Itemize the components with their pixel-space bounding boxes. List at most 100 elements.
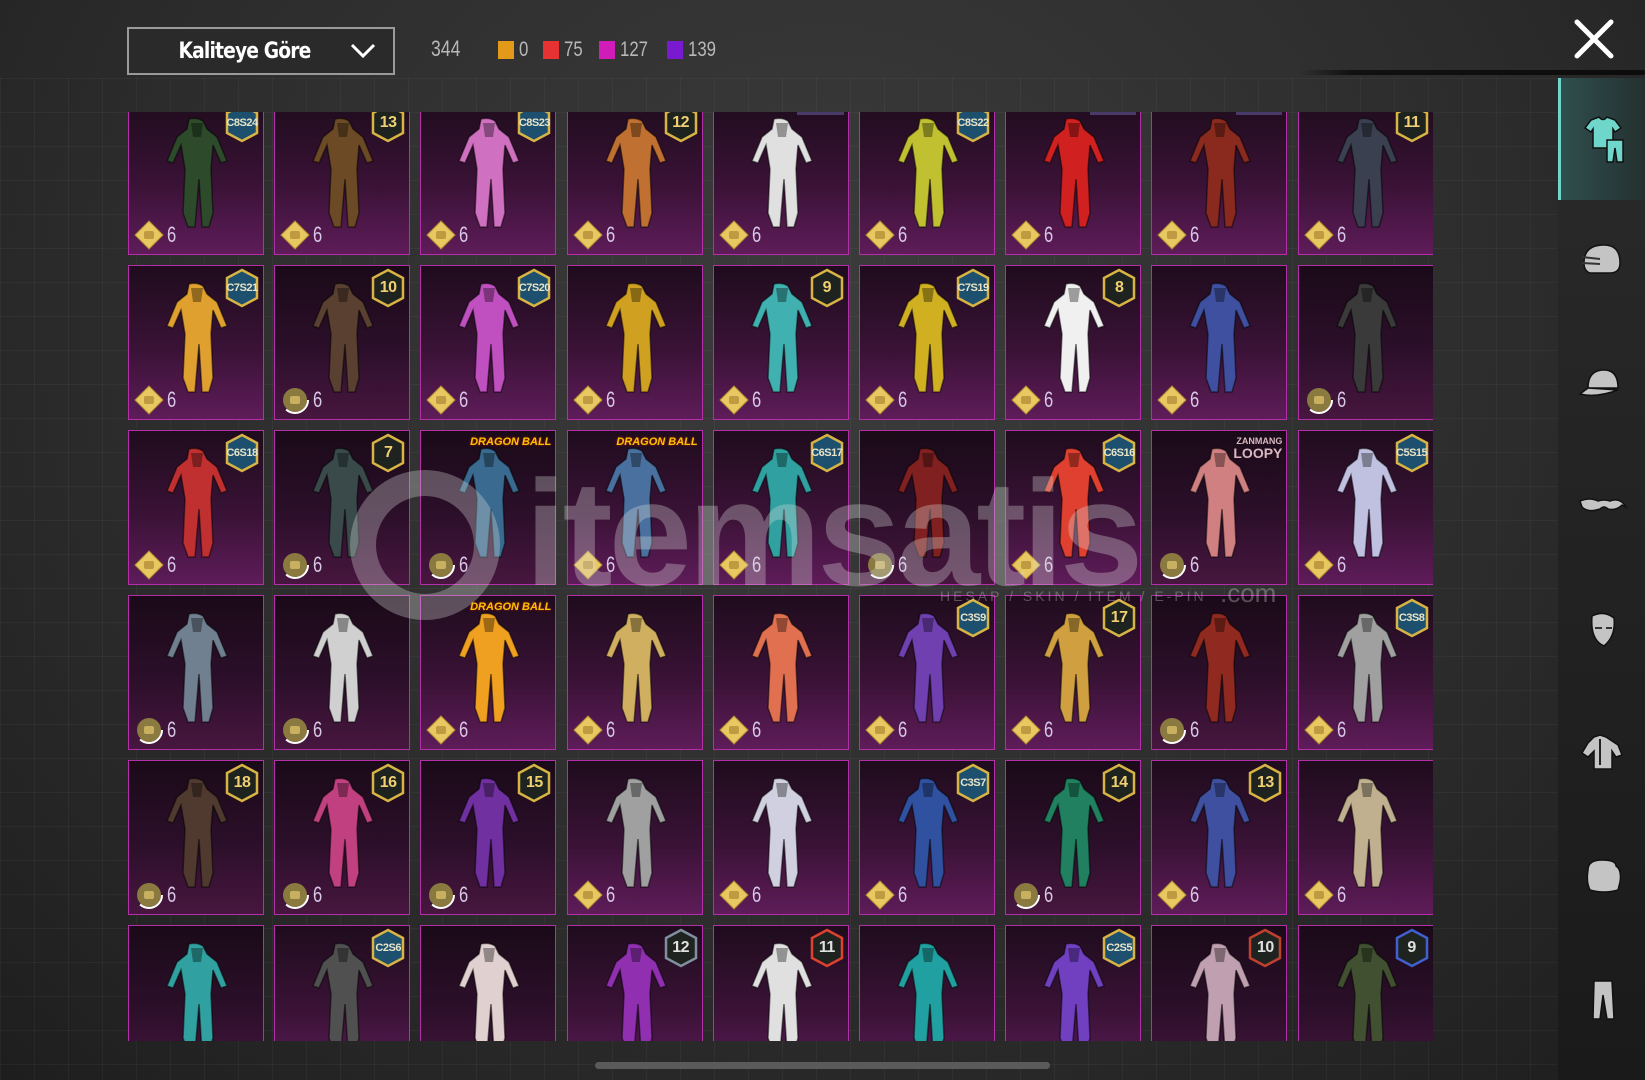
outfit-item-card[interactable]: DRAGON BALL 6 — [420, 430, 557, 585]
outfit-item-card[interactable]: 16 6 — [274, 760, 411, 915]
item-quantity: 6 — [605, 387, 615, 412]
outfit-item-card[interactable]: 12 6 — [566, 112, 703, 255]
sidebar-tab-glasses[interactable] — [1558, 447, 1645, 569]
outfit-item-card[interactable]: PUBG 6 — [1005, 112, 1142, 255]
outfit-item-card[interactable] — [859, 925, 995, 1041]
outfit-preview — [750, 117, 813, 228]
item-quantity: 6 — [1190, 222, 1200, 247]
sidebar-tab-helmet[interactable] — [1558, 201, 1645, 323]
outfit-item-card[interactable]: 13 6 — [274, 112, 411, 255]
diamond-coupon-icon — [280, 220, 310, 250]
timed-coupon-icon — [865, 550, 895, 580]
item-quantity: 6 — [1336, 387, 1346, 412]
sidebar-tab-outfit[interactable] — [1558, 78, 1645, 200]
outfit-item-card[interactable]: C2S5 — [1005, 925, 1142, 1041]
season-badge: C2S6 — [370, 928, 406, 968]
season-badge: C6S18 — [224, 433, 260, 473]
outfit-item-card[interactable]: 6 — [1297, 760, 1433, 915]
outfit-item-card[interactable] — [420, 925, 557, 1041]
outfit-item-card[interactable]: 10 — [1151, 925, 1288, 1041]
outfit-item-card[interactable]: 6 — [859, 430, 995, 585]
outfit-item-card[interactable]: C3S9 6 — [859, 595, 995, 750]
outfit-item-card[interactable]: 12 — [566, 925, 703, 1041]
outfit-item-card[interactable]: 6 — [1151, 595, 1288, 750]
outfit-item-card[interactable]: C8S22 6 — [859, 112, 995, 255]
item-quantity: 6 — [313, 222, 323, 247]
quality-swatch — [542, 41, 559, 59]
sidebar-tab-mask[interactable] — [1558, 570, 1645, 692]
outfit-item-card[interactable] — [128, 925, 264, 1041]
outfit-preview — [750, 612, 813, 723]
outfit-preview — [458, 612, 521, 723]
outfit-item-card[interactable]: 6 — [1297, 265, 1433, 420]
item-quantity: 6 — [459, 222, 469, 247]
outfit-item-card[interactable]: PUBG 6 — [1151, 112, 1288, 255]
season-badge: C2S5 — [1101, 928, 1137, 968]
outfit-item-card[interactable]: 6 — [566, 760, 703, 915]
outfit-item-card[interactable]: 10 6 — [274, 265, 411, 420]
outfit-item-card[interactable]: C3S8 6 — [1297, 595, 1433, 750]
outfit-item-card[interactable]: 6 — [712, 760, 849, 915]
outfit-item-card[interactable]: C6S18 6 — [128, 430, 264, 585]
outfit-item-card[interactable]: 76 — [274, 430, 411, 585]
outfit-item-card[interactable]: 6 — [1151, 265, 1288, 420]
outfit-item-card[interactable]: C8S24 6 — [128, 112, 264, 255]
outfit-item-card[interactable]: C2S6 — [274, 925, 411, 1041]
outfit-item-card[interactable]: C5S15 6 — [1297, 430, 1433, 585]
outfit-item-card[interactable]: C7S19 6 — [859, 265, 995, 420]
season-badge: C6S16 — [1101, 433, 1137, 473]
item-grid-viewport[interactable]: C8S246136C8S236126PUBG6C8S226PUBG6PUBG61… — [128, 112, 1433, 1041]
diamond-coupon-icon — [1011, 220, 1041, 250]
diamond-coupon-icon — [719, 220, 749, 250]
outfit-item-card[interactable]: 6 — [712, 595, 849, 750]
outfit-item-card[interactable]: 11 — [712, 925, 849, 1041]
outfit-item-card[interactable]: 18 6 — [128, 760, 264, 915]
item-quantity: 6 — [1190, 387, 1200, 412]
rank-badge: 13 — [370, 112, 406, 143]
outfit-item-card[interactable]: 6 — [566, 595, 703, 750]
outfit-item-card[interactable]: 96 — [712, 265, 849, 420]
outfit-item-card[interactable]: PUBG 6 — [712, 112, 849, 255]
outfit-preview — [604, 777, 667, 888]
quality-swatch — [667, 41, 684, 59]
item-quantity: 6 — [605, 882, 615, 907]
sidebar-tab-hat[interactable] — [1558, 324, 1645, 446]
outfit-item-card[interactable]: 15 6 — [420, 760, 557, 915]
close-button[interactable] — [1572, 18, 1616, 60]
outfit-item-card[interactable]: 11 6 — [1297, 112, 1433, 255]
diamond-coupon-icon — [426, 385, 457, 415]
sort-dropdown[interactable]: Kaliteye Göre — [127, 27, 395, 75]
sidebar-tab-backpack[interactable] — [1558, 816, 1645, 938]
outfit-item-card[interactable]: 17 6 — [1005, 595, 1142, 750]
outfit-item-card[interactable]: C6S16 6 — [1005, 430, 1142, 585]
badge-text: C3S7 — [960, 777, 986, 789]
outfit-item-card[interactable]: 14 6 — [1005, 760, 1142, 915]
outfit-item-card[interactable]: C7S21 6 — [128, 265, 264, 420]
sidebar-tab-shirt[interactable] — [1558, 693, 1645, 815]
badge-text: C5S15 — [1396, 447, 1428, 459]
badge-text: 10 — [1256, 939, 1274, 956]
item-quantity: 6 — [1336, 222, 1346, 247]
outfit-item-card[interactable]: 9 — [1297, 925, 1433, 1041]
diamond-coupon-icon — [719, 550, 749, 580]
outfit-item-card[interactable]: C7S20 6 — [420, 265, 557, 420]
horizontal-scrollbar[interactable] — [595, 1062, 1050, 1069]
outfit-item-card[interactable]: 6 — [274, 595, 411, 750]
outfit-item-card[interactable]: 6 — [128, 595, 264, 750]
sidebar-tab-pants[interactable] — [1558, 939, 1645, 1061]
outfit-item-card[interactable]: ZANMANG LOOPY 6 — [1151, 430, 1288, 585]
outfit-item-card[interactable]: C8S23 6 — [420, 112, 557, 255]
badge-text: 9 — [1407, 939, 1416, 956]
outfit-item-card[interactable]: C6S17 6 — [712, 430, 849, 585]
outfit-item-card[interactable]: DRAGON BALL 6 — [420, 595, 557, 750]
outfit-preview — [604, 282, 667, 393]
loopy-brand-badge: ZANMANG LOOPY — [1233, 437, 1282, 461]
outfit-item-card[interactable]: 6 — [566, 265, 703, 420]
outfit-item-card[interactable]: 86 — [1005, 265, 1142, 420]
item-quantity: 6 — [459, 552, 469, 577]
diamond-coupon-icon — [426, 220, 457, 250]
rank-badge: 8 — [1101, 268, 1137, 308]
outfit-item-card[interactable]: C3S7 6 — [859, 760, 995, 915]
outfit-item-card[interactable]: DRAGON BALL 6 — [566, 430, 703, 585]
outfit-item-card[interactable]: 13 6 — [1151, 760, 1288, 915]
